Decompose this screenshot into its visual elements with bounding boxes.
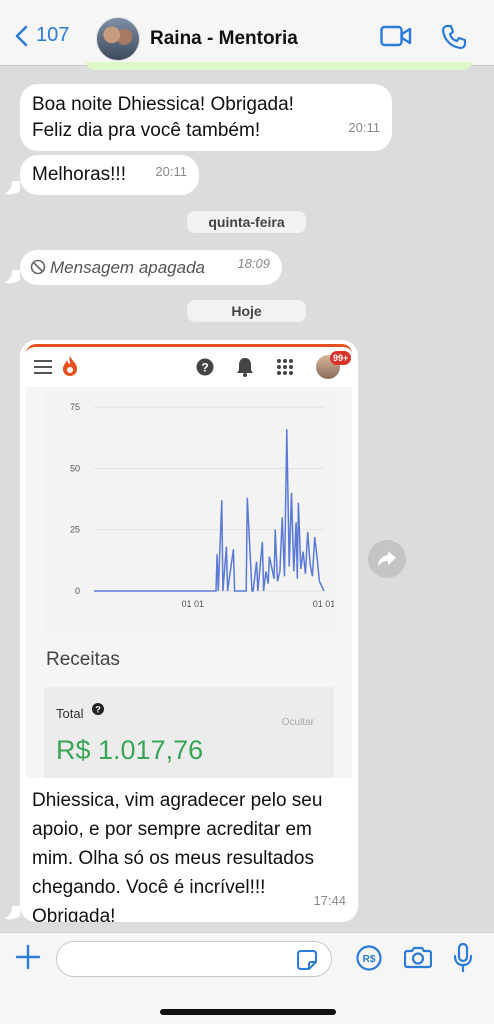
chevron-left-icon bbox=[15, 25, 28, 46]
deleted-text: Mensagem apagada bbox=[50, 258, 206, 277]
flame-logo-icon bbox=[63, 356, 77, 376]
revenue-series-line bbox=[94, 429, 325, 592]
plus-icon[interactable] bbox=[14, 943, 42, 971]
message-line: Feliz dia pra você também! bbox=[32, 120, 261, 141]
video-call-icon[interactable] bbox=[380, 24, 412, 53]
caption-line: Dhiessica, vim agradecer pelo seu bbox=[32, 790, 323, 811]
bubble-tail bbox=[4, 181, 20, 195]
svg-text:?: ? bbox=[95, 705, 101, 715]
bubble-tail bbox=[4, 270, 20, 284]
message-time: 17:44 bbox=[313, 893, 346, 908]
help-icon: ? bbox=[196, 358, 214, 376]
forward-button[interactable] bbox=[368, 540, 406, 578]
previous-outgoing-bubble bbox=[86, 62, 472, 70]
notification-badge: 99+ bbox=[330, 351, 352, 365]
y-tick-label: 75 bbox=[70, 402, 80, 412]
camera-icon[interactable] bbox=[404, 945, 432, 969]
bell-icon bbox=[237, 358, 253, 377]
total-card: Total ? Ocultar R$ 1.017,76 bbox=[44, 687, 334, 778]
incoming-message[interactable]: Boa noite Dhiessica! Obrigada! Feliz dia… bbox=[20, 84, 392, 151]
caption-line: mim. Olha só os meus resultados bbox=[32, 848, 314, 869]
message-time: 20:11 bbox=[348, 120, 380, 135]
revenue-chart: 75 50 25 0 01 01 01 01 bbox=[44, 391, 335, 633]
caption-line: Obrigada! bbox=[32, 906, 116, 922]
message-text: Melhoras!!! bbox=[32, 164, 126, 185]
y-tick-label: 0 bbox=[75, 586, 80, 596]
image-caption: Dhiessica, vim agradecer pelo seu apoio,… bbox=[32, 786, 352, 922]
svg-text:R$: R$ bbox=[363, 954, 376, 965]
image-message[interactable]: ? 99+ 75 50 25 0 01 01 01 01 Receitas Total ?… bbox=[20, 340, 358, 922]
phone-call-icon[interactable] bbox=[441, 24, 467, 55]
back-button[interactable]: 107 bbox=[14, 24, 69, 47]
message-line: Boa noite Dhiessica! Obrigada! bbox=[32, 94, 294, 115]
caption-line: chegando. Você é incrível!!! bbox=[32, 877, 266, 898]
deleted-message[interactable]: Mensagem apagada 18:09 bbox=[20, 250, 282, 285]
contact-name[interactable]: Raina - Mentoria bbox=[150, 28, 298, 50]
contact-avatar[interactable] bbox=[96, 17, 140, 61]
y-tick-label: 25 bbox=[70, 525, 80, 535]
screenshot-image[interactable]: ? 99+ 75 50 25 0 01 01 01 01 Receitas Total ?… bbox=[26, 344, 352, 778]
section-title: Receitas bbox=[46, 649, 120, 670]
hide-link: Ocultar bbox=[281, 717, 314, 728]
back-count: 107 bbox=[36, 24, 70, 46]
message-time: 20:11 bbox=[155, 164, 187, 179]
y-tick-label: 50 bbox=[70, 463, 80, 473]
date-separator: quinta-feira bbox=[187, 211, 306, 233]
home-indicator bbox=[160, 1009, 336, 1015]
x-tick-label: 01 01 bbox=[313, 599, 334, 609]
payment-icon[interactable]: R$ bbox=[356, 945, 382, 971]
help-icon: ? bbox=[92, 703, 104, 715]
blocked-icon bbox=[30, 259, 46, 275]
microphone-icon[interactable] bbox=[453, 943, 473, 973]
svg-text:?: ? bbox=[201, 361, 208, 375]
apps-grid-icon bbox=[277, 359, 293, 375]
composer-bar: R$ bbox=[0, 932, 494, 1024]
sticker-icon[interactable] bbox=[296, 949, 318, 971]
total-amount: R$ 1.017,76 bbox=[56, 735, 204, 765]
bubble-tail bbox=[4, 906, 20, 920]
total-label: Total bbox=[56, 706, 84, 721]
forward-arrow-icon bbox=[378, 551, 396, 567]
x-tick-label: 01 01 bbox=[181, 599, 204, 609]
message-input[interactable] bbox=[56, 941, 332, 977]
incoming-message[interactable]: Melhoras!!! 20:11 bbox=[20, 155, 199, 195]
caption-line: apoio, e por sempre acreditar em bbox=[32, 819, 312, 840]
date-separator: Hoje bbox=[187, 300, 306, 322]
message-time: 18:09 bbox=[237, 256, 270, 271]
menu-icon bbox=[34, 360, 52, 374]
app-toolbar: ? 99+ bbox=[26, 347, 352, 387]
chat-header: 107 Raina - Mentoria bbox=[0, 0, 494, 66]
